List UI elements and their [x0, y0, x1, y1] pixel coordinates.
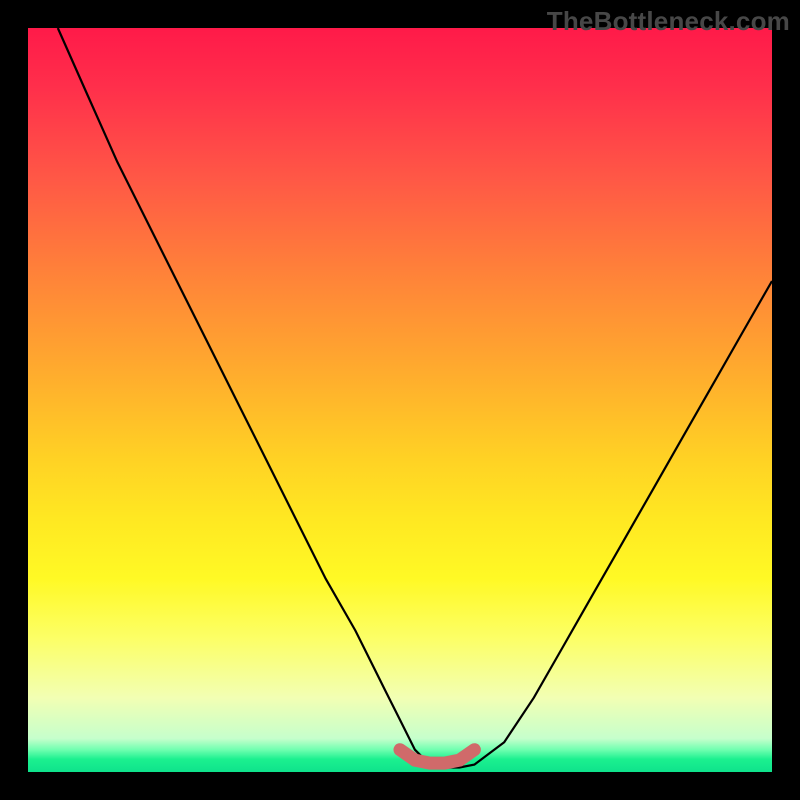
chart-svg [28, 28, 772, 772]
optimal-band-path [400, 750, 474, 763]
chart-frame: TheBottleneck.com [0, 0, 800, 800]
chart-plot-area [28, 28, 772, 772]
bottleneck-curve-path [58, 28, 772, 768]
watermark-text: TheBottleneck.com [547, 6, 790, 37]
